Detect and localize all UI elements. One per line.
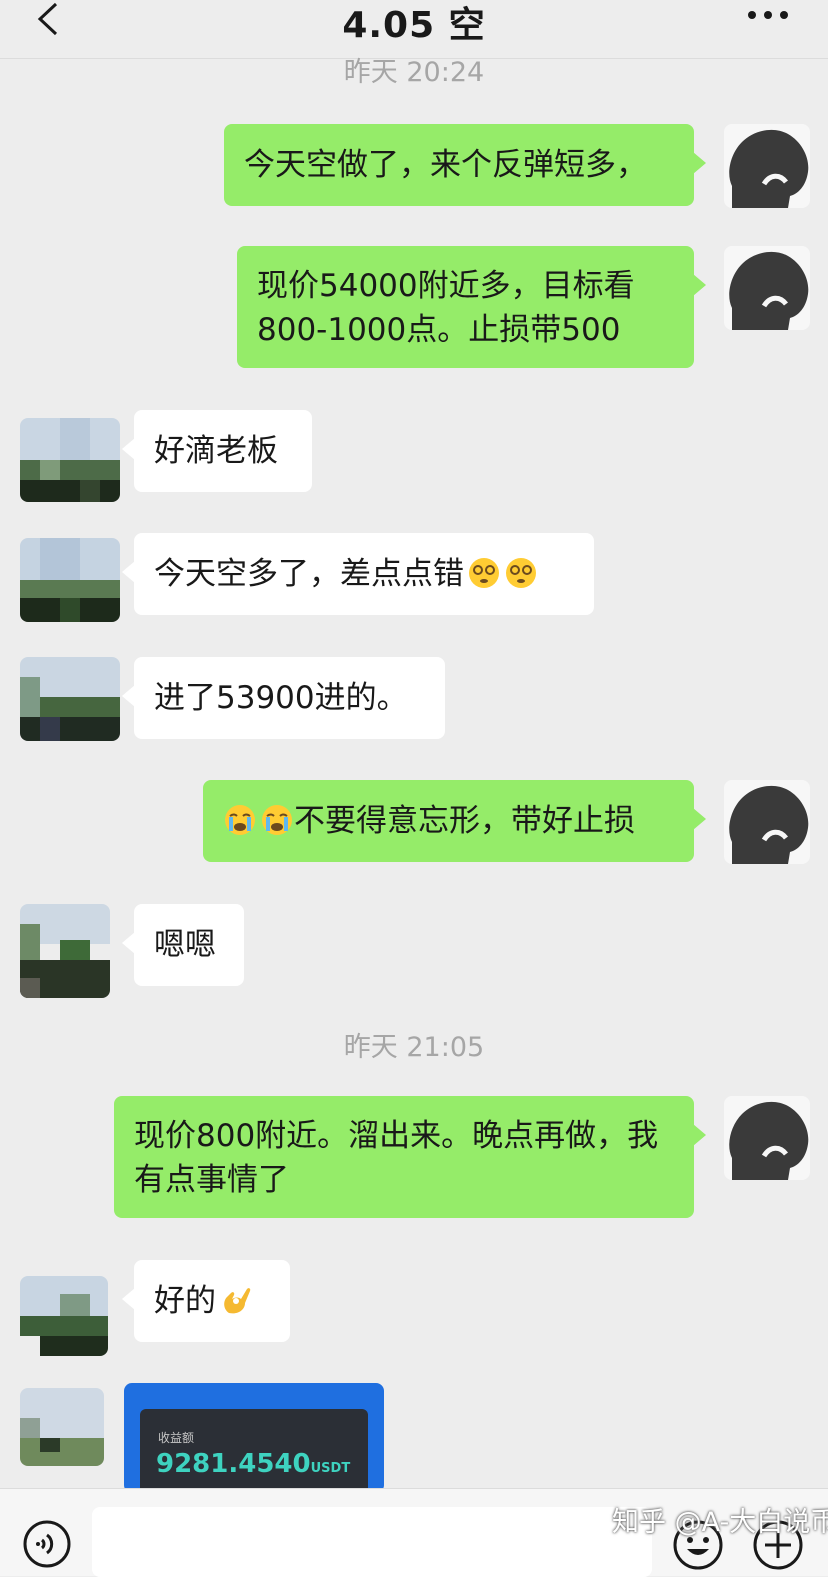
avatar[interactable] [20,538,120,622]
message-text: 今天空做了，来个反弹短多， [244,147,647,183]
avatar-pixelated-image [20,904,110,998]
message-text: 不要得意忘形，带好止损 [294,803,635,839]
avatar[interactable] [20,904,110,998]
message-text: 进了53900进的。 [154,680,408,716]
card-unit: USDT [310,1461,351,1476]
message-bubble-incoming[interactable]: 今天空多了，差点点错 [122,533,594,615]
avatar-silhouette-icon [729,251,809,330]
message-bubble-incoming[interactable]: 嗯嗯 [122,904,244,986]
message-bubble-outgoing[interactable]: 现价800附近。溜出来。晚点再做，我有点事情了 [114,1096,706,1218]
ellipsis-icon[interactable] [746,9,790,21]
message-text: 现价800附近。溜出来。晚点再做，我有点事情了 [134,1118,659,1198]
avatar-pixelated-image [20,657,120,741]
chat-title: 4.05 空 [342,5,486,46]
avatar-silhouette-icon [729,129,809,208]
message-bubble-outgoing[interactable]: 不要得意忘形，带好止损 [203,780,706,862]
loudly-crying-face-emoji [262,805,292,835]
avatar[interactable] [724,1096,810,1180]
avatar[interactable] [724,124,810,208]
avatar-pixelated-image [20,418,120,502]
message-input[interactable] [92,1507,652,1577]
avatar-silhouette-icon [729,785,809,864]
watermark: 知乎 @A-大白说币 [612,1507,828,1538]
card-panel: 收益额 9281.4540USDT [140,1409,368,1493]
avatar-silhouette-icon [729,1101,809,1180]
avatar[interactable] [724,246,810,330]
avatar[interactable] [20,657,120,741]
message-bubble-outgoing[interactable]: 现价54000附近多，目标看800-1000点。止损带500 [237,246,706,368]
loudly-crying-face-emoji [225,805,255,835]
message-bubble-incoming[interactable]: 好的 [122,1260,290,1342]
dizzy-face-emoji [506,558,536,588]
avatar[interactable] [20,1388,104,1466]
message-bubble-outgoing[interactable]: 今天空做了，来个反弹短多， [224,124,706,206]
avatar-pixelated-image [20,1388,104,1466]
ok-hand-emoji [224,1288,251,1314]
voice-icon[interactable] [22,1519,72,1569]
message-bubble-incoming[interactable]: 进了53900进的。 [122,657,445,739]
message-text: 好的 [154,1283,216,1319]
timestamp: 昨天 21:05 [343,1032,485,1063]
shared-earnings-card[interactable]: 收益额 9281.4540USDT [124,1383,384,1493]
dizzy-face-emoji [469,558,499,588]
avatar[interactable] [20,418,120,502]
avatar[interactable] [20,1276,108,1356]
card-value: 9281.4540USDT [156,1449,350,1479]
card-amount: 9281.4540 [156,1449,311,1479]
avatar-pixelated-image [20,1276,108,1356]
message-bubble-incoming[interactable]: 好滴老板 [122,410,312,492]
message-text: 现价54000附近多，目标看800-1000点。止损带500 [257,268,635,348]
avatar-pixelated-image [20,538,120,622]
timestamp: 昨天 20:24 [343,57,485,88]
card-label: 收益额 [158,1431,195,1445]
message-text: 今天空多了，差点点错 [154,556,464,592]
avatar[interactable] [724,780,810,864]
message-text: 好滴老板 [154,433,278,469]
message-text: 嗯嗯 [154,927,216,963]
